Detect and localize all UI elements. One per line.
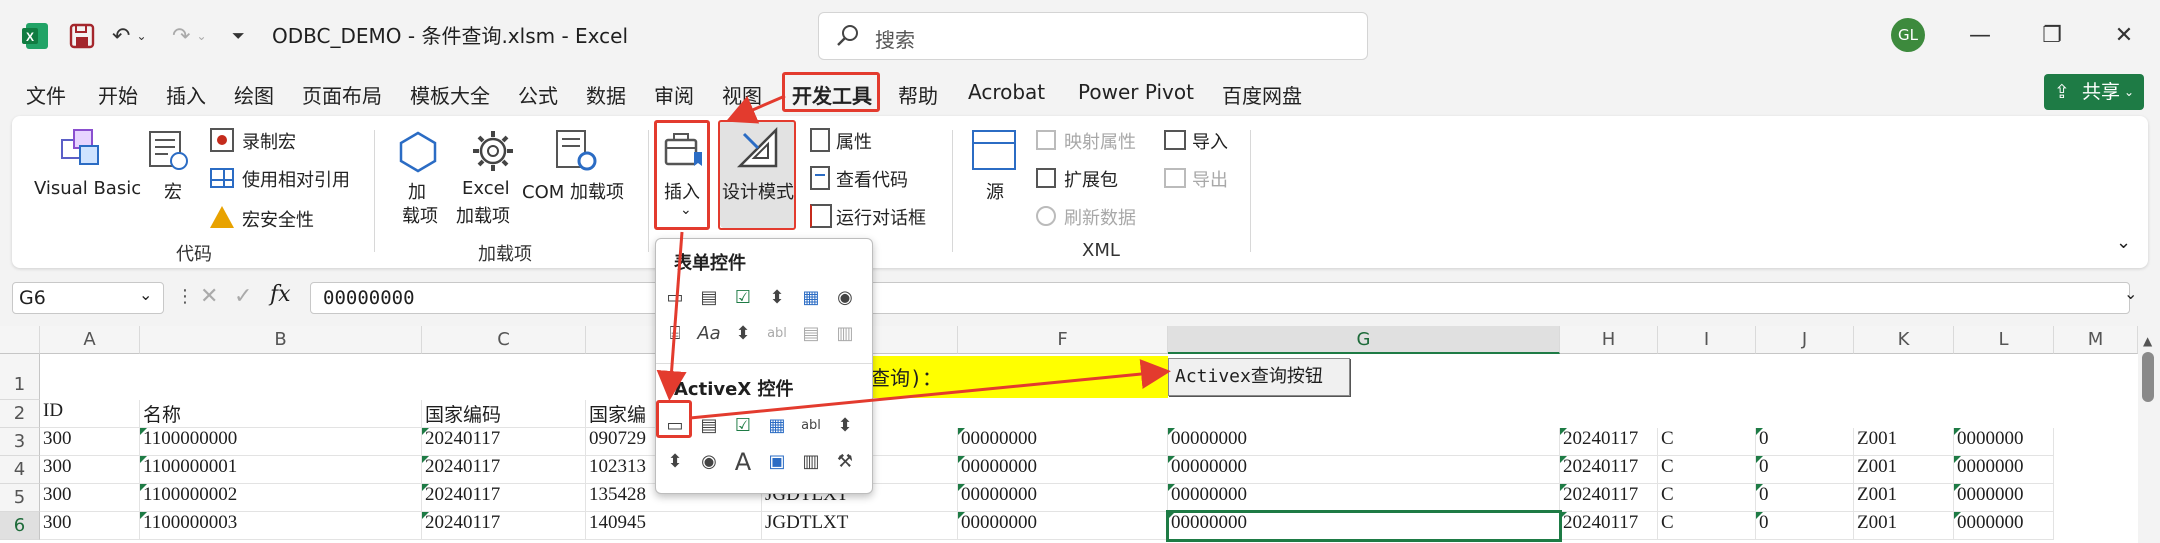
arrow-tab-to-insert [725,94,786,124]
arrow-activex-to-sheet-button [689,359,1171,420]
scroll-thumb[interactable] [2142,352,2154,402]
annotation-arrows [656,94,1171,420]
scroll-up-icon[interactable]: ▲ [2143,334,2152,348]
arrow-insert-to-activex [656,231,687,401]
vertical-scrollbar[interactable]: ▲ [2138,326,2160,543]
